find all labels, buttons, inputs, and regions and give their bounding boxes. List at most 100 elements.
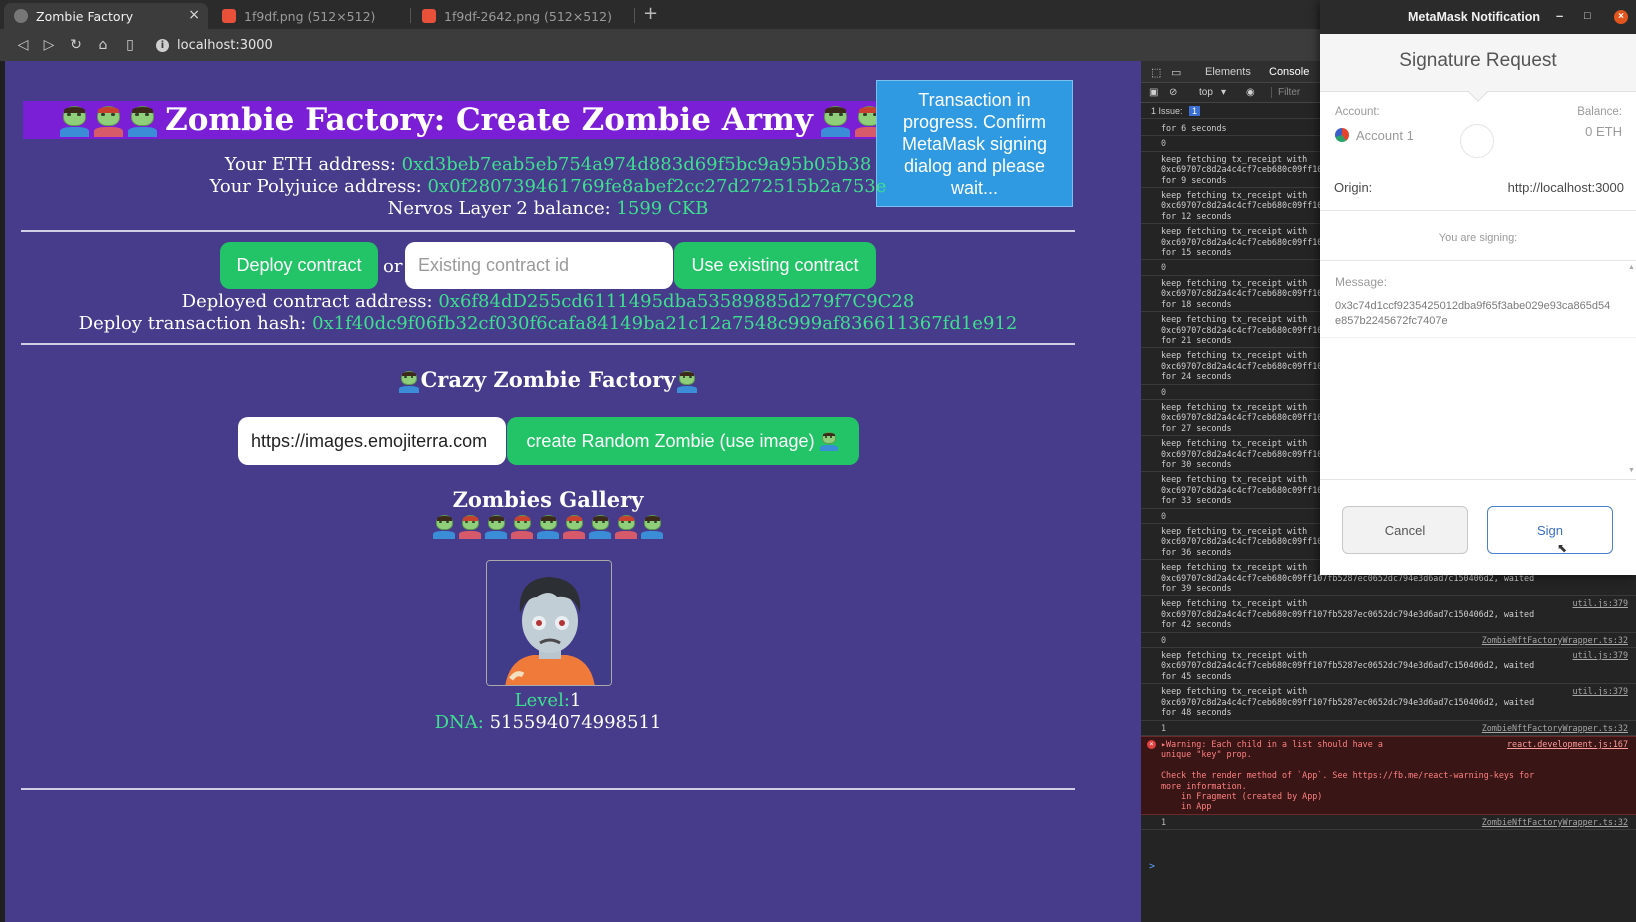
eth-address-value: 0xd3beb7eab5eb754a974d883d69f5bc9a95b05b… [401, 154, 872, 175]
polyjuice-address-value: 0x0f280739461769fe8abef2cc27d272515b2a75… [427, 176, 887, 197]
console-prompt[interactable]: > [1149, 861, 1155, 872]
console-source-link[interactable]: util.js:379 [1573, 598, 1628, 608]
avatar-circle [1460, 124, 1494, 158]
zombie-card-image[interactable] [486, 560, 612, 686]
signing-text: You are signing: [1438, 232, 1518, 244]
inspect-icon[interactable]: ⬚ [1151, 66, 1161, 79]
divider [1320, 210, 1636, 211]
console-entry-text: 0 [1161, 138, 1167, 149]
console-source-link[interactable]: ZombieNftFactoryWrapper.ts:32 [1482, 635, 1628, 645]
new-tab-button[interactable]: + [643, 3, 658, 24]
console-entry-text: keep fetching tx_receipt with 0xc69707c8… [1161, 686, 1535, 718]
zombie-emoji-icon [126, 105, 158, 138]
console-source-link[interactable]: util.js:379 [1573, 650, 1628, 660]
issues-count-badge: 1 [1189, 106, 1201, 116]
deployed-address-line: Deployed contract address: 0x6f84dD255cd… [5, 291, 1091, 312]
minimize-icon[interactable]: – [1556, 8, 1563, 23]
forward-icon[interactable]: ▷ [40, 36, 58, 54]
message-scrollbar[interactable]: ▲ ▼ [1628, 264, 1635, 474]
existing-contract-input[interactable]: Existing contract id [405, 242, 673, 289]
console-source-link[interactable]: react.development.js:167 [1507, 739, 1628, 749]
tab-elements[interactable]: Elements [1205, 66, 1251, 78]
zombie-emoji-icon [614, 515, 638, 539]
close-tab-icon[interactable]: × [188, 7, 200, 23]
create-random-zombie-button[interactable]: create Random Zombie (use image) [507, 417, 859, 465]
image-favicon-icon [422, 9, 436, 23]
tab-image-2[interactable]: 1f9df-2642.png (512×512) [412, 3, 632, 29]
tab-label: Zombie Factory [36, 8, 134, 24]
site-info-icon[interactable]: i [156, 38, 169, 52]
deploy-contract-button[interactable]: Deploy contract [220, 242, 378, 289]
tab-image-1[interactable]: 1f9df.png (512×512) [212, 3, 408, 29]
console-entry-text: 1 [1161, 816, 1167, 827]
console-entry: keep fetching tx_receipt with 0xc69707c8… [1141, 596, 1636, 633]
page-title: Zombie Factory: Create Zombie Army [165, 102, 813, 138]
console-entry: 1 ZombieNftFactoryWrapper.ts:32 [1141, 721, 1636, 736]
device-toolbar-icon[interactable]: ▭ [1171, 66, 1181, 79]
url-text: localhost:3000 [177, 37, 273, 53]
close-icon[interactable]: × [1614, 10, 1628, 24]
screen: { "browser": { "tabs": [ {"label": "Zomb… [0, 0, 1636, 922]
url-field[interactable]: i localhost:3000 [156, 33, 1316, 57]
zombie-emoji-icon [398, 370, 420, 393]
console-source-link[interactable]: ZombieNftFactoryWrapper.ts:32 [1482, 723, 1628, 733]
polyjuice-address-label: Your Polyjuice address: [209, 176, 428, 197]
tab-zombie-factory[interactable]: Zombie Factory × [4, 3, 208, 29]
zombie-emoji-icon [458, 515, 482, 539]
eye-icon[interactable]: ◉ [1246, 87, 1255, 98]
message-box[interactable]: Message: 0x3c74d1ccf9235425012dba9f65f3a… [1320, 260, 1636, 480]
tab-console[interactable]: Console [1269, 66, 1309, 78]
dna-line: DNA: 515594074998511 [5, 712, 1091, 733]
divider [21, 343, 1075, 345]
console-entry: 0 ZombieNftFactoryWrapper.ts:32 [1141, 633, 1636, 649]
zombie-emoji-icon [588, 515, 612, 539]
zombie-emoji-icon [676, 370, 698, 393]
scroll-down-icon[interactable]: ▼ [1628, 467, 1635, 474]
polyjuice-address-line: Your Polyjuice address: 0x0f280739461769… [5, 176, 1091, 197]
zombie-emoji [818, 430, 840, 451]
tab-label: 1f9df.png (512×512) [244, 8, 376, 24]
console-warning: × ▸Warning: Each child in a list should h… [1141, 735, 1636, 815]
factory-heading-line: Crazy Zombie Factory [5, 367, 1091, 393]
bookmark-icon[interactable]: ▯ [121, 36, 139, 54]
console-entry-text: 0 [1161, 510, 1167, 521]
zombie-emoji-icon [92, 105, 124, 138]
balance-value: 0 ETH [1585, 124, 1622, 139]
zombie-emoji-icon [58, 105, 90, 138]
maximize-icon[interactable]: □ [1584, 10, 1591, 22]
sign-button[interactable]: Sign [1487, 506, 1613, 554]
scroll-up-icon[interactable]: ▲ [1628, 264, 1635, 271]
cancel-button[interactable]: Cancel [1342, 506, 1468, 554]
console-source-link[interactable]: ZombieNftFactoryWrapper.ts:32 [1482, 817, 1628, 827]
factory-heading: Crazy Zombie Factory [420, 367, 676, 392]
console-entry-text: ▸Warning: Each child in a list should ha… [1161, 738, 1535, 812]
console-entry-text: keep fetching tx_receipt with 0xc69707c8… [1161, 598, 1535, 630]
console-entry-text: for 6 seconds [1161, 123, 1227, 133]
deploy-tx-label: Deploy transaction hash: [78, 313, 313, 334]
account-name: Account 1 [1356, 128, 1414, 143]
create-zombie-label: create Random Zombie (use image) [526, 430, 815, 451]
home-icon[interactable]: ⌂ [94, 36, 112, 54]
use-existing-contract-button[interactable]: Use existing contract [674, 242, 876, 289]
origin-label: Origin: [1334, 180, 1373, 195]
console-entry: keep fetching tx_receipt with 0xc69707c8… [1141, 648, 1636, 685]
reload-icon[interactable]: ↻ [67, 36, 85, 54]
zombie-emoji-group [57, 102, 159, 138]
level-value: 1 [569, 690, 582, 711]
console-source-link[interactable]: util.js:379 [1573, 686, 1628, 696]
balance-value: 1599 CKB [616, 198, 709, 219]
issues-label: 1 Issue: [1151, 106, 1183, 116]
image-url-input[interactable]: https://images.emojiterra.com [238, 417, 506, 465]
deploy-tx-line: Deploy transaction hash: 0x1f40dc9f06fb3… [5, 313, 1091, 334]
deployed-address-value: 0x6f84dD255cd6111495dba53589885d279f7C9C… [438, 291, 915, 312]
dna-value: 515594074998511 [489, 712, 662, 733]
back-icon[interactable]: ◁ [14, 36, 32, 54]
account-label: Account: [1335, 106, 1380, 118]
eth-address-label: Your ETH address: [224, 154, 402, 175]
globe-icon [14, 9, 28, 23]
account-identicon-icon [1335, 128, 1349, 142]
context-select[interactable]: top [1199, 87, 1213, 98]
clear-console-icon[interactable]: ⊘ [1169, 87, 1177, 98]
gallery-icon-row [5, 515, 1091, 539]
sidebar-toggle-icon[interactable]: ▣ [1149, 87, 1158, 98]
